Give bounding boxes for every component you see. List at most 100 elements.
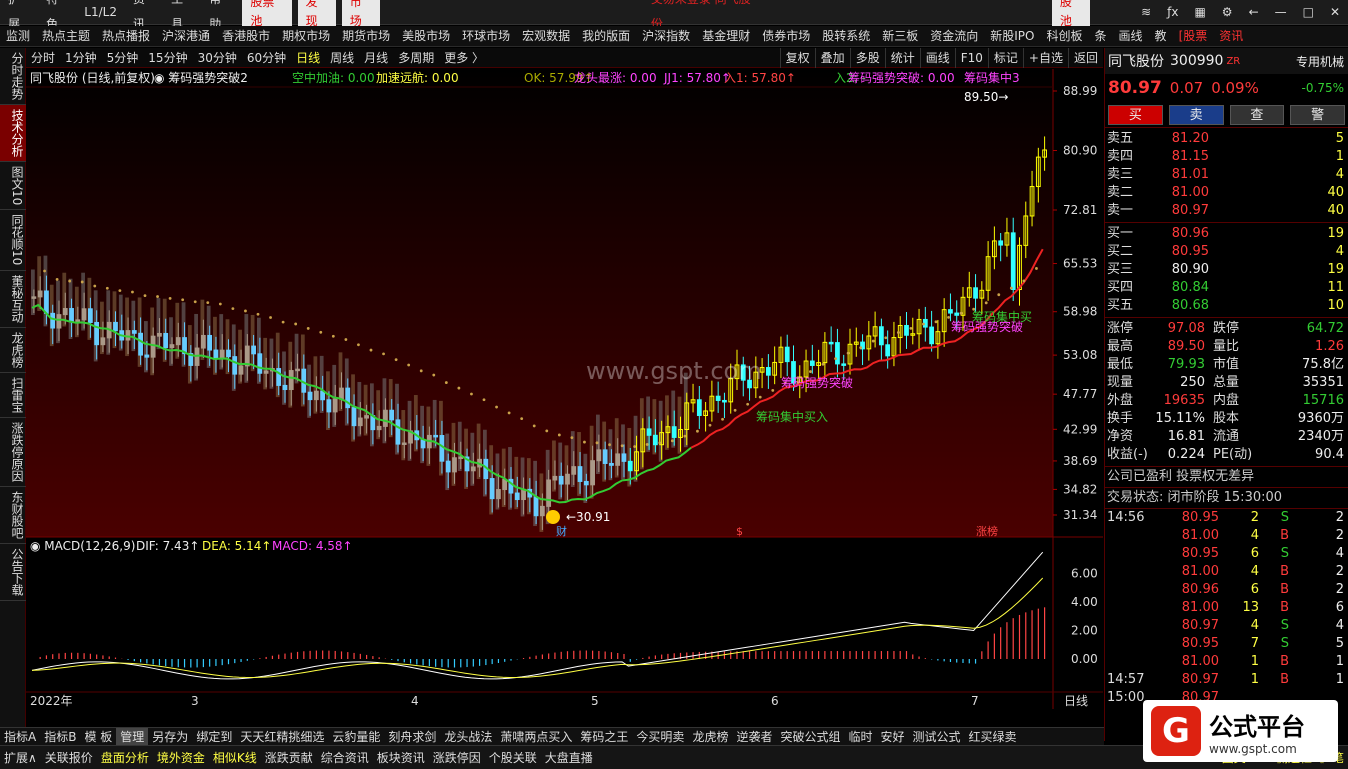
event-mark[interactable]: $	[736, 525, 743, 538]
period-tab[interactable]: 15分钟	[143, 48, 192, 68]
nav-item[interactable]: 香港股市	[216, 26, 276, 47]
status-item[interactable]: 涨跌停因	[429, 747, 485, 769]
maximize-icon[interactable]: □	[1295, 0, 1322, 25]
chart-tool-button[interactable]: 多股	[849, 47, 885, 68]
nav-item[interactable]: 沪深指数	[636, 26, 696, 47]
ask-row[interactable]: 卖三 81.01 4	[1105, 166, 1348, 184]
minimize-icon[interactable]: —	[1267, 0, 1295, 25]
formula-tab[interactable]: 临时	[844, 728, 876, 746]
nav-item[interactable]: 资金流向	[924, 26, 984, 47]
nav-item[interactable]: 监测	[0, 26, 36, 47]
formula-tab[interactable]: 突破公式组	[776, 728, 844, 746]
macd-title[interactable]: ◉ MACD(12,26,9)	[30, 539, 135, 553]
nav-item[interactable]: 条	[1089, 26, 1113, 47]
chart-tool-button[interactable]: 统计	[884, 47, 920, 68]
nav-item[interactable]: 宏观数据	[516, 26, 576, 47]
period-tab[interactable]: 60分钟	[242, 48, 291, 68]
chart-tool-button[interactable]: +自选	[1022, 47, 1068, 68]
side-tab[interactable]: 东财股吧	[0, 487, 26, 544]
side-tab[interactable]: 扫雷宝	[0, 373, 26, 418]
status-item[interactable]: 相似K线	[209, 747, 261, 769]
period-tab[interactable]: 多周期	[393, 48, 439, 68]
bid-row[interactable]: 买三 80.90 19	[1105, 261, 1348, 279]
nav-item[interactable]: 环球市场	[456, 26, 516, 47]
formula-tab[interactable]: 测试公式	[909, 728, 965, 746]
period-tab[interactable]: 月线	[359, 48, 393, 68]
chart-tool-button[interactable]: F10	[954, 47, 988, 68]
period-tab[interactable]: 30分钟	[193, 48, 242, 68]
nav-item[interactable]: 沪深港通	[156, 26, 216, 47]
bid-row[interactable]: 买一 80.96 19	[1105, 225, 1348, 243]
nav-item[interactable]: 资讯	[1213, 26, 1249, 47]
formula-tab[interactable]: 龙虎榜	[688, 728, 732, 746]
side-tab[interactable]: 董秘互动	[0, 271, 26, 328]
chart-tool-button[interactable]: 复权	[779, 47, 815, 68]
side-tab[interactable]: 龙虎榜	[0, 328, 26, 373]
nav-item[interactable]: 基金理财	[696, 26, 756, 47]
nav-item[interactable]: 美股市场	[396, 26, 456, 47]
status-item[interactable]: 盘面分析	[97, 747, 153, 769]
formula-icon[interactable]: ƒx	[1159, 0, 1186, 25]
formula-tab[interactable]: 指标A	[0, 728, 40, 746]
period-tab[interactable]: 5分钟	[102, 48, 144, 68]
nav-item[interactable]: 热点播报	[96, 26, 156, 47]
nav-item[interactable]: 债券市场	[756, 26, 816, 47]
buy-button[interactable]: 买	[1108, 104, 1163, 125]
status-item[interactable]: 境外资金	[153, 747, 209, 769]
event-mark[interactable]: 财	[556, 524, 567, 538]
formula-tab[interactable]: 萧啸两点买入	[496, 728, 576, 746]
bid-row[interactable]: 买五 80.68 10	[1105, 297, 1348, 315]
nav-item[interactable]: 科创板	[1041, 26, 1089, 47]
gear-icon[interactable]: ⚙	[1214, 0, 1241, 25]
side-tab[interactable]: 涨跌停原因	[0, 418, 26, 487]
nav-item[interactable]: 期货市场	[336, 26, 396, 47]
layers-icon[interactable]: ≋	[1133, 0, 1159, 25]
chart-tool-button[interactable]: 标记	[987, 47, 1023, 68]
formula-tab[interactable]: 红买绿卖	[965, 728, 1021, 746]
industry[interactable]: 专用机械	[1296, 53, 1348, 70]
formula-tab[interactable]: 云豹量能	[328, 728, 384, 746]
side-tab[interactable]: 公告下载	[0, 544, 26, 601]
side-tab[interactable]: 分时走势	[0, 48, 26, 105]
alert-button[interactable]: 警	[1290, 104, 1345, 125]
formula-tab[interactable]: 安好	[877, 728, 909, 746]
kline-chart[interactable]: 同飞股份 (日线,前复权) ◉ 筹码强势突破2 空中加油: 0.00 加速远航: 0.…	[26, 69, 1103, 709]
ask-row[interactable]: 卖一 80.97 40	[1105, 202, 1348, 220]
ask-row[interactable]: 卖五 81.20 5	[1105, 130, 1348, 148]
formula-tab[interactable]: 筹码之王	[576, 728, 632, 746]
status-item[interactable]: 涨跌贡献	[261, 747, 317, 769]
formula-tab[interactable]: 今买明卖	[632, 728, 688, 746]
period-tab[interactable]: 更多 〉	[439, 48, 489, 68]
formula-tab[interactable]: 天天红精挑细选	[236, 728, 328, 746]
formula-tab[interactable]: 绑定到	[192, 728, 236, 746]
status-item[interactable]: 关联报价	[41, 747, 97, 769]
status-item[interactable]: 板块资讯	[373, 747, 429, 769]
nav-item[interactable]: 教	[1149, 26, 1173, 47]
chart-tool-button[interactable]: 叠加	[814, 47, 850, 68]
nav-item[interactable]: 新股IPO	[984, 26, 1040, 47]
close-icon[interactable]: ✕	[1322, 0, 1348, 25]
bid-row[interactable]: 买四 80.84 11	[1105, 279, 1348, 297]
period-tab[interactable]: 分时	[26, 48, 60, 68]
status-item[interactable]: 综合资讯	[317, 747, 373, 769]
formula-tab[interactable]: 指标B	[40, 728, 80, 746]
formula-tab[interactable]: 管理	[116, 727, 149, 746]
formula-tab[interactable]: 另存为	[148, 728, 192, 746]
nav-item[interactable]: 热点主题	[36, 26, 96, 47]
status-item[interactable]: 扩展∧	[0, 747, 41, 769]
query-button[interactable]: 查	[1229, 104, 1285, 125]
status-item[interactable]: 个股关联	[485, 747, 541, 769]
formula-tab[interactable]: 模 板	[80, 728, 116, 746]
time-tick[interactable]: 日线	[1064, 694, 1088, 708]
formula-tab[interactable]: 刻舟求剑	[384, 728, 440, 746]
nav-item[interactable]: 股转系统	[816, 26, 876, 47]
side-tab[interactable]: 图文10	[0, 162, 26, 211]
nav-item[interactable]: 我的版面	[576, 26, 636, 47]
chart-tool-button[interactable]: 画线	[919, 47, 955, 68]
bid-row[interactable]: 买二 80.95 4	[1105, 243, 1348, 261]
event-mark[interactable]: 涨榜	[976, 524, 998, 538]
formula-tab[interactable]: 龙头战法	[440, 728, 496, 746]
formula-tab[interactable]: 逆袭者	[732, 728, 776, 746]
side-tab[interactable]: 技术分析	[0, 105, 26, 162]
period-tab[interactable]: 周线	[325, 48, 359, 68]
